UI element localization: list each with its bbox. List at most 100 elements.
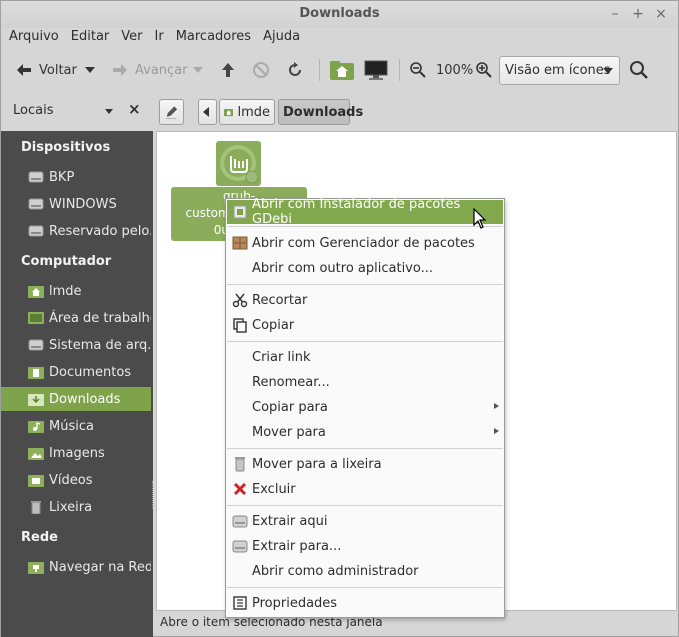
menu-item-label: Abrir com Gerenciador de pacotes xyxy=(252,235,475,251)
sidebar-item-windows[interactable]: WINDOWS xyxy=(1,192,151,216)
menu-separator xyxy=(227,341,503,342)
menu-item-create-link[interactable]: Criar link xyxy=(227,345,503,369)
view-mode-select[interactable]: Visão em ícones xyxy=(499,56,620,85)
menu-item-delete[interactable]: Excluir xyxy=(227,477,503,501)
sidebar-item-network[interactable]: Navegar na Rede xyxy=(1,555,151,579)
menu-separator xyxy=(227,284,503,285)
search-button[interactable] xyxy=(629,56,649,84)
sidebar-item-lmde[interactable]: lmde xyxy=(1,279,151,303)
menu-separator xyxy=(227,587,503,588)
forward-history-dropdown[interactable] xyxy=(193,56,203,84)
toggle-location-button[interactable] xyxy=(159,99,184,125)
sidebar-item-downloads[interactable]: Downloads xyxy=(1,387,151,411)
home-folder-icon xyxy=(330,61,354,80)
deb-package-icon[interactable] xyxy=(216,141,261,186)
menu-item-move-to-trash[interactable]: Mover para a lixeira xyxy=(227,452,503,476)
menu-editar[interactable]: Editar xyxy=(67,28,114,46)
menu-separator xyxy=(227,505,503,506)
menu-item-label: Extrair para... xyxy=(252,538,342,554)
back-button[interactable]: Voltar xyxy=(15,56,77,84)
zoom-out-button[interactable] xyxy=(409,56,427,84)
delete-x-icon xyxy=(233,482,247,496)
menu-item-copy[interactable]: Copiar xyxy=(227,313,503,337)
stop-icon xyxy=(253,62,269,78)
context-menu: Abrir com Instalador de pacotes GDebi Ab… xyxy=(225,197,505,618)
close-sidebar-icon[interactable]: × xyxy=(128,100,141,118)
network-folder-icon xyxy=(28,562,44,574)
title-bar: Downloads – + × xyxy=(1,1,678,28)
menu-item-extract-here[interactable]: Extrair aqui xyxy=(227,509,503,533)
documents-folder-icon xyxy=(28,367,44,379)
maximize-icon[interactable]: + xyxy=(628,4,648,24)
videos-folder-icon xyxy=(28,475,44,487)
chevron-left-icon xyxy=(203,107,209,117)
menu-bar: Arquivo Editar Ver Ir Marcadores Ajuda xyxy=(1,28,678,48)
menu-item-properties[interactable]: Propriedades xyxy=(227,591,503,615)
menu-ajuda[interactable]: Ajuda xyxy=(259,28,304,46)
path-button-home[interactable]: lmde xyxy=(219,99,275,125)
sidebar-item-documents[interactable]: Documentos xyxy=(1,360,151,384)
computer-button[interactable] xyxy=(363,56,389,84)
reload-button[interactable] xyxy=(286,56,304,84)
sidebar: Dispositivos BKP WINDOWS Reservado pelo.… xyxy=(1,131,153,637)
sidebar-header: Locais × xyxy=(1,97,154,125)
sidebar-item-label: BKP xyxy=(49,169,75,185)
home-folder-icon xyxy=(28,286,44,298)
file-manager-window: Downloads – + × Arquivo Editar Ver Ir Marcad… xyxy=(0,0,679,637)
menu-item-label: Abrir com Instalador de pacotes GDebi xyxy=(252,197,461,227)
chevron-down-icon[interactable] xyxy=(105,109,113,114)
menu-item-move-to[interactable]: Mover para xyxy=(227,420,503,444)
menu-item-label: Copiar xyxy=(252,317,295,333)
stop-button[interactable] xyxy=(252,56,270,84)
menu-item-open-other-app[interactable]: Abrir com outro aplicativo... xyxy=(227,256,503,280)
menu-ir[interactable]: Ir xyxy=(151,28,168,46)
copy-icon xyxy=(233,318,247,333)
menu-separator xyxy=(227,448,503,449)
sidebar-item-label: Lixeira xyxy=(49,499,93,515)
sidebar-item-bkp[interactable]: BKP xyxy=(1,165,151,189)
menu-item-open-as-admin[interactable]: Abrir como administrador xyxy=(227,559,503,583)
menu-marcadores[interactable]: Marcadores xyxy=(172,28,255,46)
sidebar-item-reservado[interactable]: Reservado pelo... xyxy=(1,219,151,243)
menu-item-label: Abrir como administrador xyxy=(252,563,419,579)
path-button-downloads[interactable]: Downloads xyxy=(278,99,363,125)
submenu-arrow-icon xyxy=(494,403,499,409)
sidebar-item-label: Sistema de arq... xyxy=(49,337,151,353)
sidebar-resize-handle[interactable] xyxy=(152,481,155,509)
properties-icon xyxy=(233,596,247,610)
arrow-right-icon xyxy=(113,64,127,76)
forward-button[interactable]: Avançar xyxy=(111,56,188,84)
sidebar-section-network: Rede xyxy=(21,530,58,545)
sidebar-item-videos[interactable]: Vídeos xyxy=(1,468,151,492)
minimize-icon[interactable]: – xyxy=(605,4,625,24)
scissors-icon xyxy=(232,293,248,308)
path-scroll-left-button[interactable] xyxy=(198,99,217,125)
drive-icon xyxy=(28,171,44,183)
menu-item-rename[interactable]: Renomear... xyxy=(227,370,503,394)
menu-item-open-gdebi[interactable]: Abrir com Instalador de pacotes GDebi xyxy=(227,197,503,227)
close-icon[interactable]: × xyxy=(651,4,671,24)
sidebar-item-label: WINDOWS xyxy=(49,196,117,212)
menu-item-extract-to[interactable]: Extrair para... xyxy=(227,534,503,558)
mouse-cursor-icon xyxy=(473,208,487,229)
sidebar-item-music[interactable]: Música xyxy=(1,414,151,438)
package-installer-icon xyxy=(233,205,247,219)
sidebar-item-trash[interactable]: Lixeira xyxy=(1,495,151,519)
edit-pencil-icon xyxy=(165,106,178,120)
menu-ver[interactable]: Ver xyxy=(117,28,146,46)
menu-item-cut[interactable]: Recortar xyxy=(227,288,503,312)
up-button[interactable] xyxy=(220,56,236,84)
sidebar-section-devices: Dispositivos xyxy=(21,140,111,155)
back-history-dropdown[interactable] xyxy=(85,56,95,84)
sidebar-item-desktop[interactable]: Área de trabalho xyxy=(1,306,151,330)
path-current-label: Downloads xyxy=(283,104,364,120)
zoom-in-button[interactable] xyxy=(475,56,493,84)
sidebar-item-filesystem[interactable]: Sistema de arq... xyxy=(1,333,151,357)
menu-arquivo[interactable]: Arquivo xyxy=(5,28,63,46)
menu-separator xyxy=(227,226,503,227)
menu-item-copy-to[interactable]: Copiar para xyxy=(227,395,503,419)
sidebar-item-pictures[interactable]: Imagens xyxy=(1,441,151,465)
menu-item-open-package-manager[interactable]: Abrir com Gerenciador de pacotes xyxy=(227,231,503,255)
home-button[interactable] xyxy=(329,56,355,84)
zoom-level[interactable]: 100% xyxy=(436,56,473,84)
